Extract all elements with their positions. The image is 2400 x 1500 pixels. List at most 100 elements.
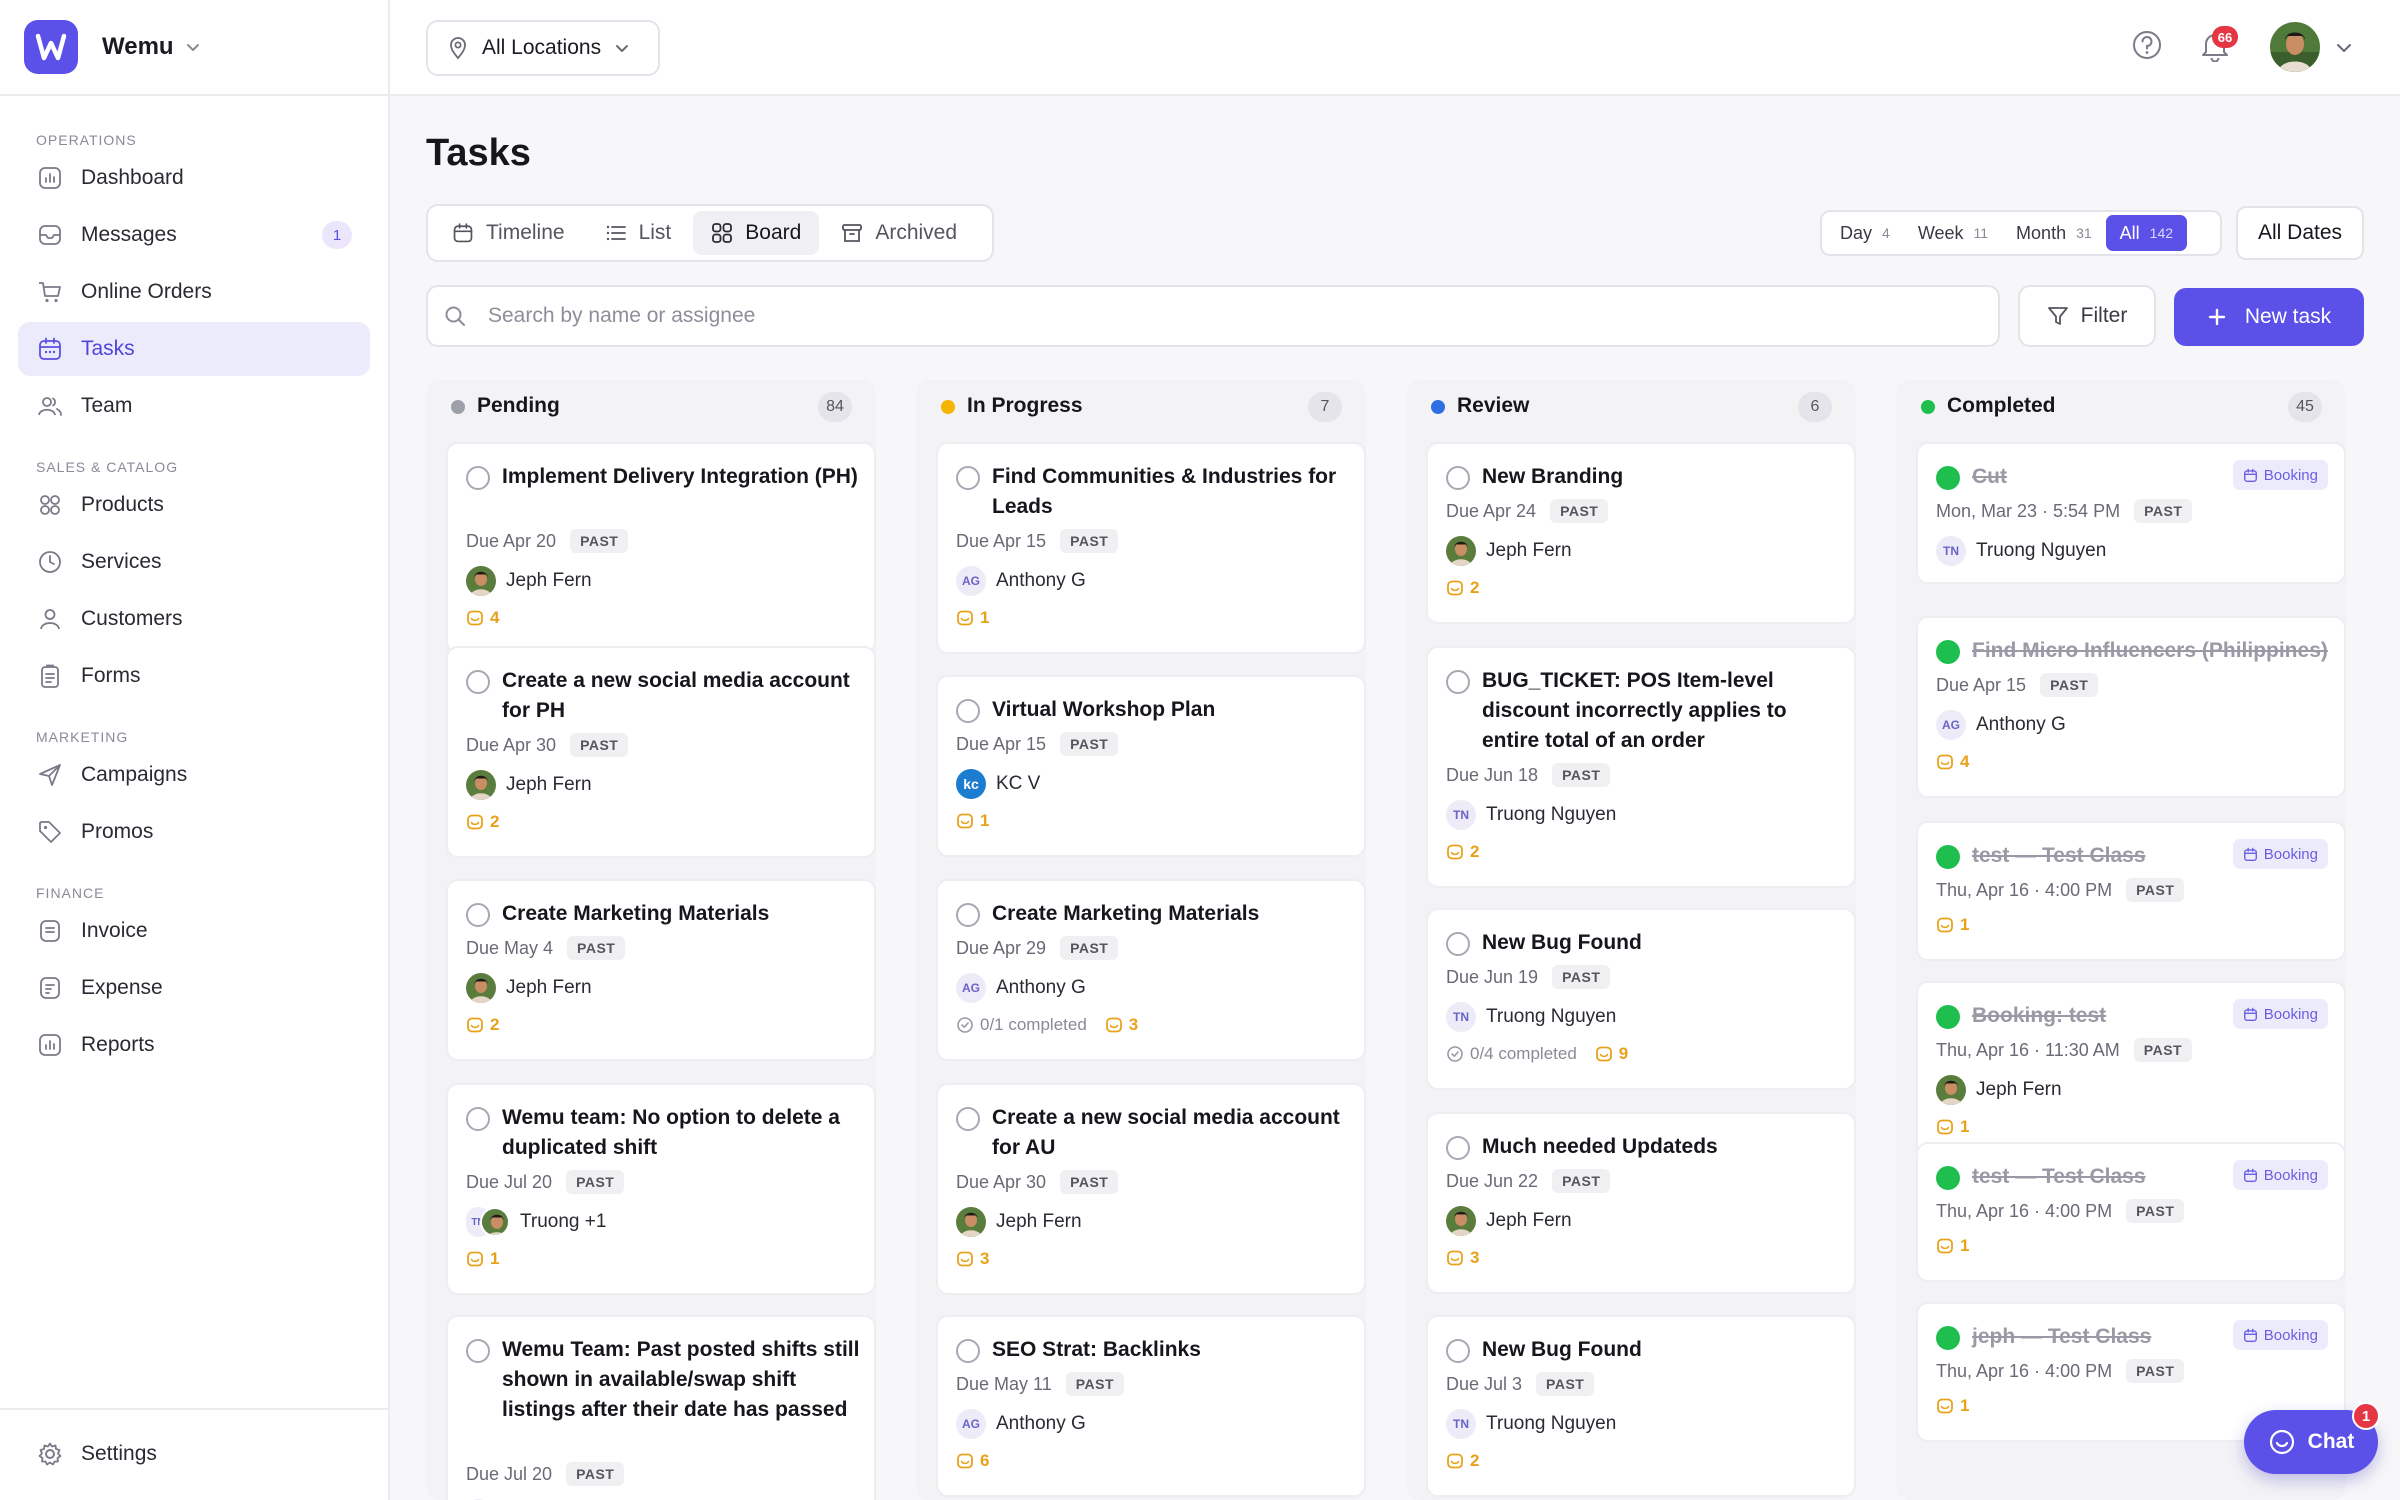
task-card[interactable]: Wemu team: No option to delete a duplica… bbox=[446, 1083, 876, 1295]
assignee[interactable]: Jeph Fern bbox=[956, 1207, 1082, 1237]
assignee[interactable]: AG Anthony G bbox=[956, 1409, 1086, 1439]
assignee[interactable]: TNTruong +1 bbox=[466, 1207, 606, 1237]
complete-toggle[interactable] bbox=[956, 1107, 980, 1131]
sidebar-item-messages[interactable]: Messages 1 bbox=[18, 208, 370, 262]
task-title: Booking: test bbox=[1972, 1004, 2107, 1027]
assignee[interactable]: kc KC V bbox=[956, 769, 1040, 799]
sidebar-item-label: Products bbox=[81, 493, 164, 516]
complete-toggle[interactable] bbox=[1446, 932, 1470, 956]
completed-check-icon[interactable] bbox=[1936, 1166, 1960, 1190]
completed-check-icon[interactable] bbox=[1936, 845, 1960, 869]
complete-toggle[interactable] bbox=[466, 903, 490, 927]
sidebar-item-settings[interactable]: Settings bbox=[18, 1427, 370, 1481]
sidebar-item-reports[interactable]: Reports bbox=[18, 1018, 370, 1072]
complete-toggle[interactable] bbox=[1446, 1339, 1470, 1363]
range-tab-day[interactable]: Day 4 bbox=[1826, 215, 1904, 251]
sidebar-item-promos[interactable]: Promos bbox=[18, 805, 370, 859]
assignee[interactable]: Jeph Fern bbox=[466, 973, 592, 1003]
task-card[interactable]: Create a new social media account for AU… bbox=[936, 1083, 1366, 1295]
user-avatar[interactable] bbox=[2270, 22, 2320, 72]
location-select[interactable]: All Locations bbox=[426, 20, 660, 76]
sidebar-item-campaigns[interactable]: Campaigns bbox=[18, 748, 370, 802]
complete-toggle[interactable] bbox=[956, 903, 980, 927]
due-date: Due Apr 15 bbox=[956, 733, 1047, 754]
completed-check-icon[interactable] bbox=[1936, 466, 1960, 490]
all-dates-button[interactable]: All Dates bbox=[2236, 206, 2364, 260]
sidebar-item-dashboard[interactable]: Dashboard bbox=[18, 151, 370, 205]
complete-toggle[interactable] bbox=[1446, 1136, 1470, 1160]
complete-toggle[interactable] bbox=[466, 1107, 490, 1131]
sidebar-item-forms[interactable]: Forms bbox=[18, 649, 370, 703]
assignee[interactable]: AG Anthony G bbox=[1936, 710, 2066, 740]
assignee[interactable]: TN Truong Nguyen bbox=[1446, 1409, 1616, 1439]
complete-toggle[interactable] bbox=[1446, 670, 1470, 694]
task-card[interactable]: Wemu Team: Past posted shifts still show… bbox=[446, 1315, 876, 1500]
assignee[interactable]: AG Anthony G bbox=[956, 566, 1086, 596]
assignee[interactable]: TN Truong Nguyen bbox=[1446, 1002, 1616, 1032]
help-icon[interactable] bbox=[2130, 28, 2164, 62]
assignee[interactable]: TN Truong Nguyen bbox=[1446, 800, 1616, 830]
task-title: test — Test Class bbox=[1972, 1165, 2146, 1188]
task-title: New Bug Found bbox=[1482, 931, 1642, 954]
task-card[interactable]: Create a new social media account for PH… bbox=[446, 646, 876, 858]
assignee[interactable]: AG Anthony G bbox=[956, 973, 1086, 1003]
assignee-name: Truong Nguyen bbox=[1486, 1413, 1617, 1434]
task-card[interactable]: BUG_TICKET: POS Item-level discount inco… bbox=[1426, 646, 1856, 888]
complete-toggle[interactable] bbox=[1446, 466, 1470, 490]
tab-board[interactable]: Board bbox=[693, 211, 820, 255]
task-card[interactable]: Create Marketing Materials Due May 4 PAST J… bbox=[446, 879, 876, 1061]
assignee-name: Truong +1 bbox=[520, 1211, 607, 1232]
sidebar-item-customers[interactable]: Customers bbox=[18, 592, 370, 646]
sidebar-item-expense[interactable]: Expense bbox=[18, 961, 370, 1015]
complete-toggle[interactable] bbox=[956, 699, 980, 723]
sidebar-item-online-orders[interactable]: Online Orders bbox=[18, 265, 370, 319]
tab-archived[interactable]: Archived bbox=[823, 211, 975, 255]
sidebar-item-services[interactable]: Services bbox=[18, 535, 370, 589]
complete-toggle[interactable] bbox=[956, 1339, 980, 1363]
task-card[interactable]: Find Communities & Industries for Leads D… bbox=[936, 442, 1366, 654]
task-card[interactable]: New Bug Found Due Jun 19 PAST TN Truong Nguy… bbox=[1426, 908, 1856, 1090]
tab-timeline[interactable]: Timeline bbox=[434, 211, 583, 255]
assignee[interactable]: Jeph Fern bbox=[1446, 536, 1572, 566]
task-card[interactable]: Implement Delivery Integration (PH) Due A… bbox=[446, 442, 876, 654]
assignee[interactable]: TN Truong Nguyen bbox=[1936, 536, 2106, 566]
complete-toggle[interactable] bbox=[466, 1339, 490, 1363]
task-card[interactable]: test — Test Class Booking Thu, Apr 16 · 4:… bbox=[1916, 1142, 2346, 1282]
range-tab-all[interactable]: All 142 bbox=[2105, 215, 2188, 251]
task-card[interactable]: Much needed Updateds Due Jun 22 PAST Jeph F… bbox=[1426, 1112, 1856, 1294]
complete-toggle[interactable] bbox=[956, 466, 980, 490]
sidebar-item-invoice[interactable]: Invoice bbox=[18, 904, 370, 958]
range-tab-month[interactable]: Month 31 bbox=[2002, 215, 2106, 251]
task-card[interactable]: SEO Strat: Backlinks Due May 11 PAST AG Anth… bbox=[936, 1315, 1366, 1497]
task-card[interactable]: Booking: test Booking Thu, Apr 16 · 11:30 … bbox=[1916, 981, 2346, 1163]
task-card[interactable]: Virtual Workshop Plan Due Apr 15 PAST kc KC … bbox=[936, 675, 1366, 857]
complete-toggle[interactable] bbox=[466, 670, 490, 694]
nav-section-title: OPERATIONS bbox=[36, 132, 137, 148]
sidebar-item-tasks[interactable]: Tasks bbox=[18, 322, 370, 376]
new-task-button[interactable]: New task bbox=[2174, 288, 2364, 346]
completed-check-icon[interactable] bbox=[1936, 1005, 1960, 1029]
assignee[interactable]: Jeph Fern bbox=[1446, 1206, 1572, 1236]
assignee[interactable]: Jeph Fern bbox=[1936, 1075, 2062, 1105]
task-card[interactable]: Create Marketing Materials Due Apr 29 PAST… bbox=[936, 879, 1366, 1061]
chevron-down-icon[interactable] bbox=[2334, 38, 2354, 58]
assignee[interactable]: Jeph Fern bbox=[466, 566, 592, 596]
range-tab-week[interactable]: Week 11 bbox=[1904, 215, 2002, 251]
search-input[interactable] bbox=[488, 304, 1888, 328]
completed-check-icon[interactable] bbox=[1936, 640, 1960, 664]
assignee[interactable]: Jeph Fern bbox=[466, 770, 592, 800]
comment-count-value: 2 bbox=[1470, 1451, 1480, 1470]
comment-count-value: 9 bbox=[1618, 1044, 1629, 1063]
sidebar-item-products[interactable]: Products bbox=[18, 478, 370, 532]
task-card[interactable]: test — Test Class Booking Thu, Apr 16 · 4:… bbox=[1916, 821, 2346, 961]
tab-list[interactable]: List bbox=[587, 211, 690, 255]
filter-button[interactable]: Filter bbox=[2018, 285, 2156, 347]
task-card[interactable]: Find Micro Influencers (Philippines) Due … bbox=[1916, 616, 2346, 798]
task-card[interactable]: New Branding Due Apr 24 PAST Jeph Fern 2 bbox=[1426, 442, 1856, 624]
task-card[interactable]: New Bug Found Due Jul 3 PAST TN Truong Nguye… bbox=[1426, 1315, 1856, 1497]
sidebar-item-team[interactable]: Team bbox=[18, 379, 370, 433]
task-card[interactable]: Cut Booking Mon, Mar 23 · 5:54 PM PAST TN Tru… bbox=[1916, 442, 2346, 584]
completed-check-icon[interactable] bbox=[1936, 1326, 1960, 1350]
brand-switcher[interactable]: Wemu bbox=[0, 0, 388, 96]
complete-toggle[interactable] bbox=[466, 466, 490, 490]
